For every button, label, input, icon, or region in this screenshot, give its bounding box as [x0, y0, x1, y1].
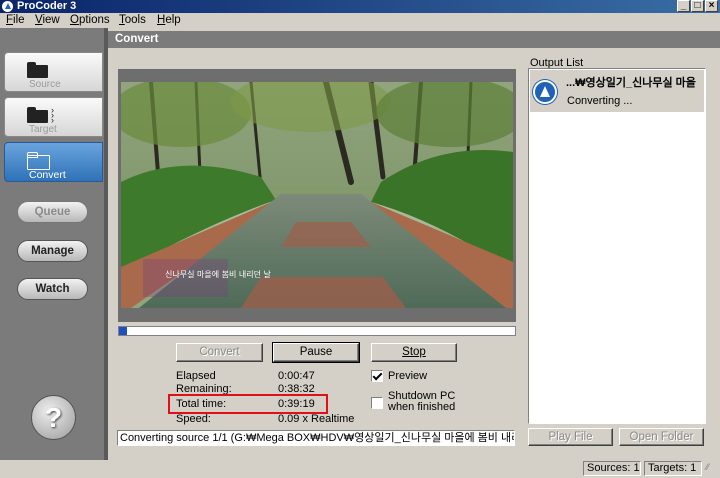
convert-button[interactable]: Convert [176, 343, 263, 362]
menu-bar: File View Options Tools Help [0, 13, 720, 28]
open-folder-button[interactable]: Open Folder [619, 428, 704, 446]
tab-convert[interactable]: Convert [4, 142, 103, 182]
stop-button[interactable]: Stop [371, 343, 457, 362]
output-item-status: Converting ... [567, 95, 633, 107]
menu-help[interactable]: Help [157, 14, 181, 26]
watch-button[interactable]: Watch [17, 278, 88, 300]
output-item[interactable]: ...₩영상일기_신나무실 마을 Converting ... [530, 70, 704, 112]
queue-button[interactable]: Queue [17, 201, 88, 223]
title-bar: ProCoder 3 _ □ × [0, 0, 720, 13]
targets-count: Targets: 1 [644, 461, 702, 476]
progress-fill [119, 327, 127, 335]
preview-checkbox[interactable] [371, 370, 383, 382]
speed-value: 0.09 x Realtime [278, 413, 355, 425]
resize-grip-icon[interactable]: ⁄⁄ [706, 463, 718, 476]
total-time-highlight [168, 394, 328, 414]
window-title: ProCoder 3 [17, 0, 77, 12]
tab-target[interactable]: › › › Target [4, 97, 103, 137]
menu-file[interactable]: File [6, 14, 25, 26]
folder-icon [27, 62, 49, 78]
conversion-status-text: Converting source 1/1 (G:₩Mega BOX₩HDV₩영… [117, 430, 515, 446]
help-button[interactable]: ? [31, 395, 76, 440]
folder-icon [27, 107, 49, 123]
video-preview: 신나무실 마을에 봄비 내리던 날 [121, 82, 513, 308]
section-header: Convert [108, 31, 720, 48]
close-button[interactable]: × [705, 0, 718, 12]
minimize-button[interactable]: _ [677, 0, 690, 12]
pause-button[interactable]: Pause [272, 342, 360, 363]
menu-tools[interactable]: Tools [119, 14, 146, 26]
manage-button[interactable]: Manage [17, 240, 88, 262]
video-caption: 신나무실 마을에 봄비 내리던 날 [165, 269, 271, 279]
stop-label: Stop [402, 346, 426, 358]
shutdown-label-line2: when finished [388, 401, 456, 413]
output-list[interactable]: ...₩영상일기_신나무실 마을 Converting ... [528, 68, 706, 424]
sources-count: Sources: 1 [583, 461, 641, 476]
app-logo-icon [2, 1, 13, 12]
convert-folder-icon [27, 152, 50, 170]
conversion-progress [118, 326, 516, 336]
shutdown-checkbox[interactable] [371, 397, 383, 409]
procoder-logo-icon [533, 80, 557, 104]
tab-target-label: Target [29, 124, 57, 135]
elapsed-label: Elapsed [176, 370, 216, 382]
preview-label: Preview [388, 370, 428, 382]
speed-label: Speed: [176, 413, 211, 425]
maximize-button[interactable]: □ [691, 0, 704, 12]
play-file-button[interactable]: Play File [528, 428, 613, 446]
menu-view[interactable]: View [35, 14, 60, 26]
tab-source[interactable]: Source [4, 52, 103, 92]
menu-options[interactable]: Options [70, 14, 110, 26]
status-bar: Sources: 1 Targets: 1 ⁄⁄ [0, 460, 720, 478]
elapsed-value: 0:00:47 [278, 370, 315, 382]
split-arrows-icon: › › › [51, 105, 54, 125]
tab-convert-label: Convert [29, 169, 66, 181]
tab-source-label: Source [29, 79, 61, 90]
output-item-name: ...₩영상일기_신나무실 마을 [566, 77, 696, 89]
